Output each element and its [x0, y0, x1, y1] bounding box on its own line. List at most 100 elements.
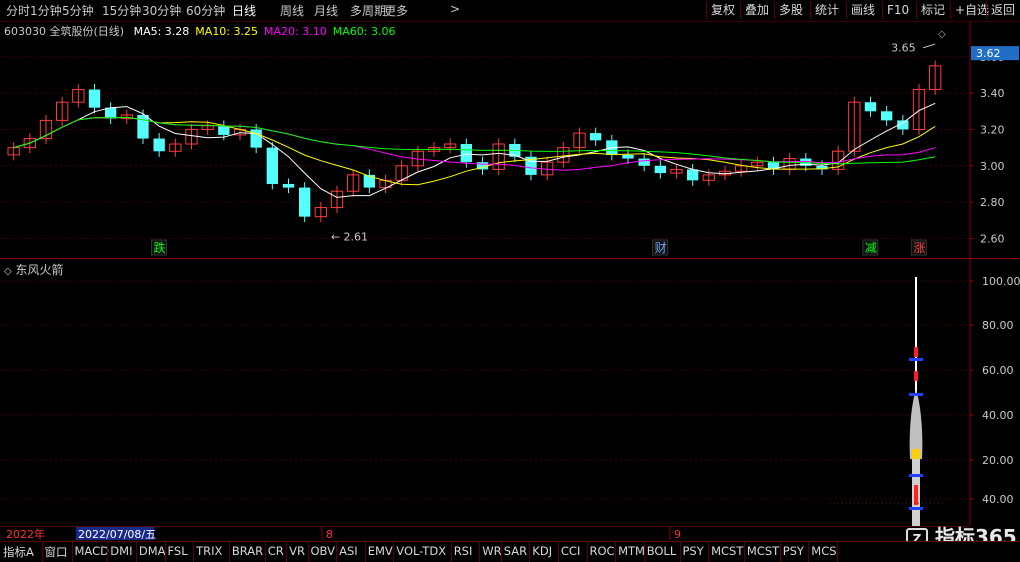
indicator-tab-7[interactable]: BRAR — [232, 544, 263, 558]
rocket-red-mark — [914, 371, 918, 381]
rocket-blue-mark — [909, 507, 923, 510]
period-tab-9[interactable]: 多周期 — [350, 2, 386, 19]
candle-body-down — [105, 107, 117, 119]
indicator-tab-11[interactable]: ASI — [339, 544, 358, 558]
indicator-tab-3[interactable]: DMI — [110, 544, 132, 558]
indicator-tab-20[interactable]: MTM — [618, 544, 645, 558]
candle-body-down — [654, 165, 666, 174]
kline-chart[interactable]: 3.603.403.203.002.802.603.62◇3.65← 2.61跌… — [0, 21, 1020, 258]
date-year: 2022年 — [6, 527, 45, 540]
indicator-tab-21[interactable]: BOLL — [647, 544, 677, 558]
settings-diamond-icon[interactable]: ◇ — [938, 29, 946, 40]
indicator-tab-15[interactable]: WR — [482, 544, 501, 558]
period-tab-8[interactable]: 月线 — [314, 2, 338, 19]
candle-body-down — [622, 154, 634, 159]
price-tick-label: 2.80 — [980, 196, 1005, 209]
indicator-chart[interactable]: 100.00 80.00 60.00 40.00 20.00 40.00 — [0, 259, 1020, 526]
ma-line-1 — [13, 116, 936, 186]
tab-separator — [193, 542, 195, 562]
period-tab-10[interactable]: 更多 — [384, 2, 408, 19]
indicator-tick-label: 20.00 — [982, 454, 1014, 467]
indicator-tab-19[interactable]: ROC — [590, 544, 615, 558]
event-mark-label[interactable]: 减 — [865, 241, 877, 255]
tab-separator — [557, 542, 559, 562]
candle-body-down — [687, 169, 699, 181]
tab-separator — [286, 542, 288, 562]
tab-separator — [450, 542, 452, 562]
month-label-1: 8 — [326, 528, 333, 540]
tab-separator — [307, 542, 309, 562]
indicator-tab-4[interactable]: DMA — [139, 544, 166, 558]
event-mark-label[interactable]: 跌 — [154, 240, 166, 255]
indicator-tab-1[interactable]: 窗口 — [45, 544, 68, 560]
indicator-tab-16[interactable]: SAR — [504, 544, 527, 558]
toolbar-button-0[interactable]: 复权 — [706, 1, 739, 19]
indicator-tab-10[interactable]: OBV — [311, 544, 335, 558]
tab-separator — [836, 542, 838, 562]
toolbar-button-1[interactable]: 叠加 — [740, 1, 773, 19]
indicator-tick-label: 40.00 — [982, 493, 1014, 506]
indicator-tab-8[interactable]: CR — [268, 544, 284, 558]
rocket-red-mark — [914, 485, 918, 495]
toolbar-button-6[interactable]: 标记 — [916, 1, 949, 19]
candle-body-down — [590, 133, 602, 141]
toolbar-button-5[interactable]: F10 — [882, 1, 913, 19]
event-mark-label[interactable]: 涨 — [913, 240, 925, 255]
indicator-tab-12[interactable]: EMV — [368, 544, 393, 558]
tab-separator — [264, 542, 266, 562]
indicator-tab-14[interactable]: RSI — [454, 544, 473, 558]
indicator-tab-18[interactable]: CCI — [561, 544, 580, 558]
indicator-tab-26[interactable]: MCS — [811, 544, 836, 558]
indicator-tab-25[interactable]: PSY — [783, 544, 804, 558]
indicator-tab-13[interactable]: VOL-TDX — [396, 544, 446, 558]
toolbar-button-4[interactable]: 画线 — [846, 1, 879, 19]
indicator-tab-17[interactable]: KDJ — [532, 544, 552, 558]
toolbar-button-8[interactable]: 返回 — [986, 1, 1019, 19]
high-pointer — [923, 43, 936, 49]
tab-separator — [743, 542, 745, 562]
tab-separator — [679, 542, 681, 562]
indicator-tab-24[interactable]: MCST — [747, 544, 779, 558]
low-annotation: ← 2.61 — [331, 231, 368, 244]
tab-separator — [529, 542, 531, 562]
candle-body-down — [153, 138, 165, 152]
indicator-tab-9[interactable]: VR — [289, 544, 305, 558]
indicator-tab-0[interactable]: 指标A — [3, 544, 34, 560]
cursor-date: 2022/07/08/五 — [78, 528, 156, 540]
period-tab-4[interactable]: 30分钟 — [142, 2, 181, 19]
tab-separator — [708, 542, 710, 562]
indicator-tab-2[interactable]: MACD — [75, 544, 109, 558]
tab-separator — [71, 542, 73, 562]
indicator-tick-label: 60.00 — [982, 364, 1014, 377]
price-tick-label: 3.00 — [980, 160, 1005, 173]
candle-body-down — [881, 111, 893, 121]
more-chevron-icon[interactable]: > — [450, 2, 460, 16]
indicator-tab-23[interactable]: MCST — [711, 544, 743, 558]
period-tab-5[interactable]: 60分钟 — [186, 2, 225, 19]
indicator-tab-22[interactable]: PSY — [683, 544, 704, 558]
tab-separator — [586, 542, 588, 562]
toolbar-button-3[interactable]: 统计 — [810, 1, 843, 19]
period-tab-1[interactable]: 1分钟 — [30, 2, 62, 19]
ma-line-3 — [13, 116, 936, 165]
tab-separator — [41, 542, 43, 562]
price-tick-label: 3.40 — [980, 87, 1005, 100]
rocket-blue-mark — [909, 358, 923, 361]
rocket-shape — [909, 277, 923, 526]
candle-body-down — [137, 114, 149, 139]
period-tab-0[interactable]: 分时 — [6, 2, 30, 19]
candle-body-down — [88, 89, 101, 108]
indicator-tab-5[interactable]: FSL — [168, 544, 188, 558]
period-toolbar: 分时 1分钟 5分钟 15分钟 30分钟 60分钟 日线 周线 月线 多周期 更多 > 复权 叠加 多股 统计… — [0, 0, 1020, 22]
period-tab-3[interactable]: 15分钟 — [102, 2, 141, 19]
period-tab-6[interactable]: 日线 — [232, 2, 256, 19]
tab-separator — [643, 542, 645, 562]
period-tab-7[interactable]: 周线 — [280, 2, 304, 19]
period-tab-2[interactable]: 5分钟 — [62, 2, 94, 19]
indicator-tick-label: 100.00 — [982, 275, 1020, 288]
indicator-tick-label: 80.00 — [982, 319, 1014, 332]
event-mark-label[interactable]: 财 — [655, 241, 667, 255]
toolbar-button-2[interactable]: 多股 — [774, 1, 807, 19]
indicator-tab-6[interactable]: TRIX — [196, 544, 222, 558]
candle-body-down — [266, 147, 278, 184]
